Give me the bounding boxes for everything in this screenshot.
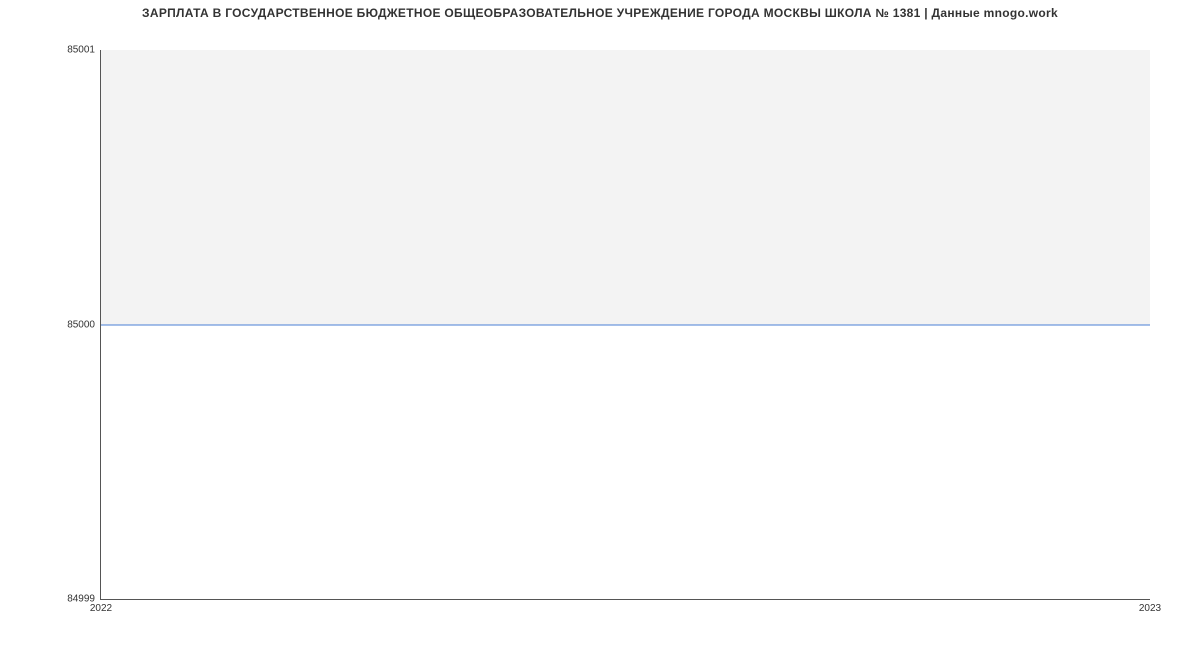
area-fill <box>101 50 1150 325</box>
plot-area: 85001 85000 84999 2022 2023 <box>100 50 1150 600</box>
data-line <box>101 324 1150 325</box>
x-tick-label: 2022 <box>90 603 112 614</box>
y-tick-label: 85001 <box>67 45 95 56</box>
x-tick-label: 2023 <box>1139 603 1161 614</box>
chart-container: ЗАРПЛАТА В ГОСУДАРСТВЕННОЕ БЮДЖЕТНОЕ ОБЩ… <box>0 0 1200 650</box>
y-tick-label: 85000 <box>67 319 95 330</box>
chart-title: ЗАРПЛАТА В ГОСУДАРСТВЕННОЕ БЮДЖЕТНОЕ ОБЩ… <box>0 6 1200 20</box>
